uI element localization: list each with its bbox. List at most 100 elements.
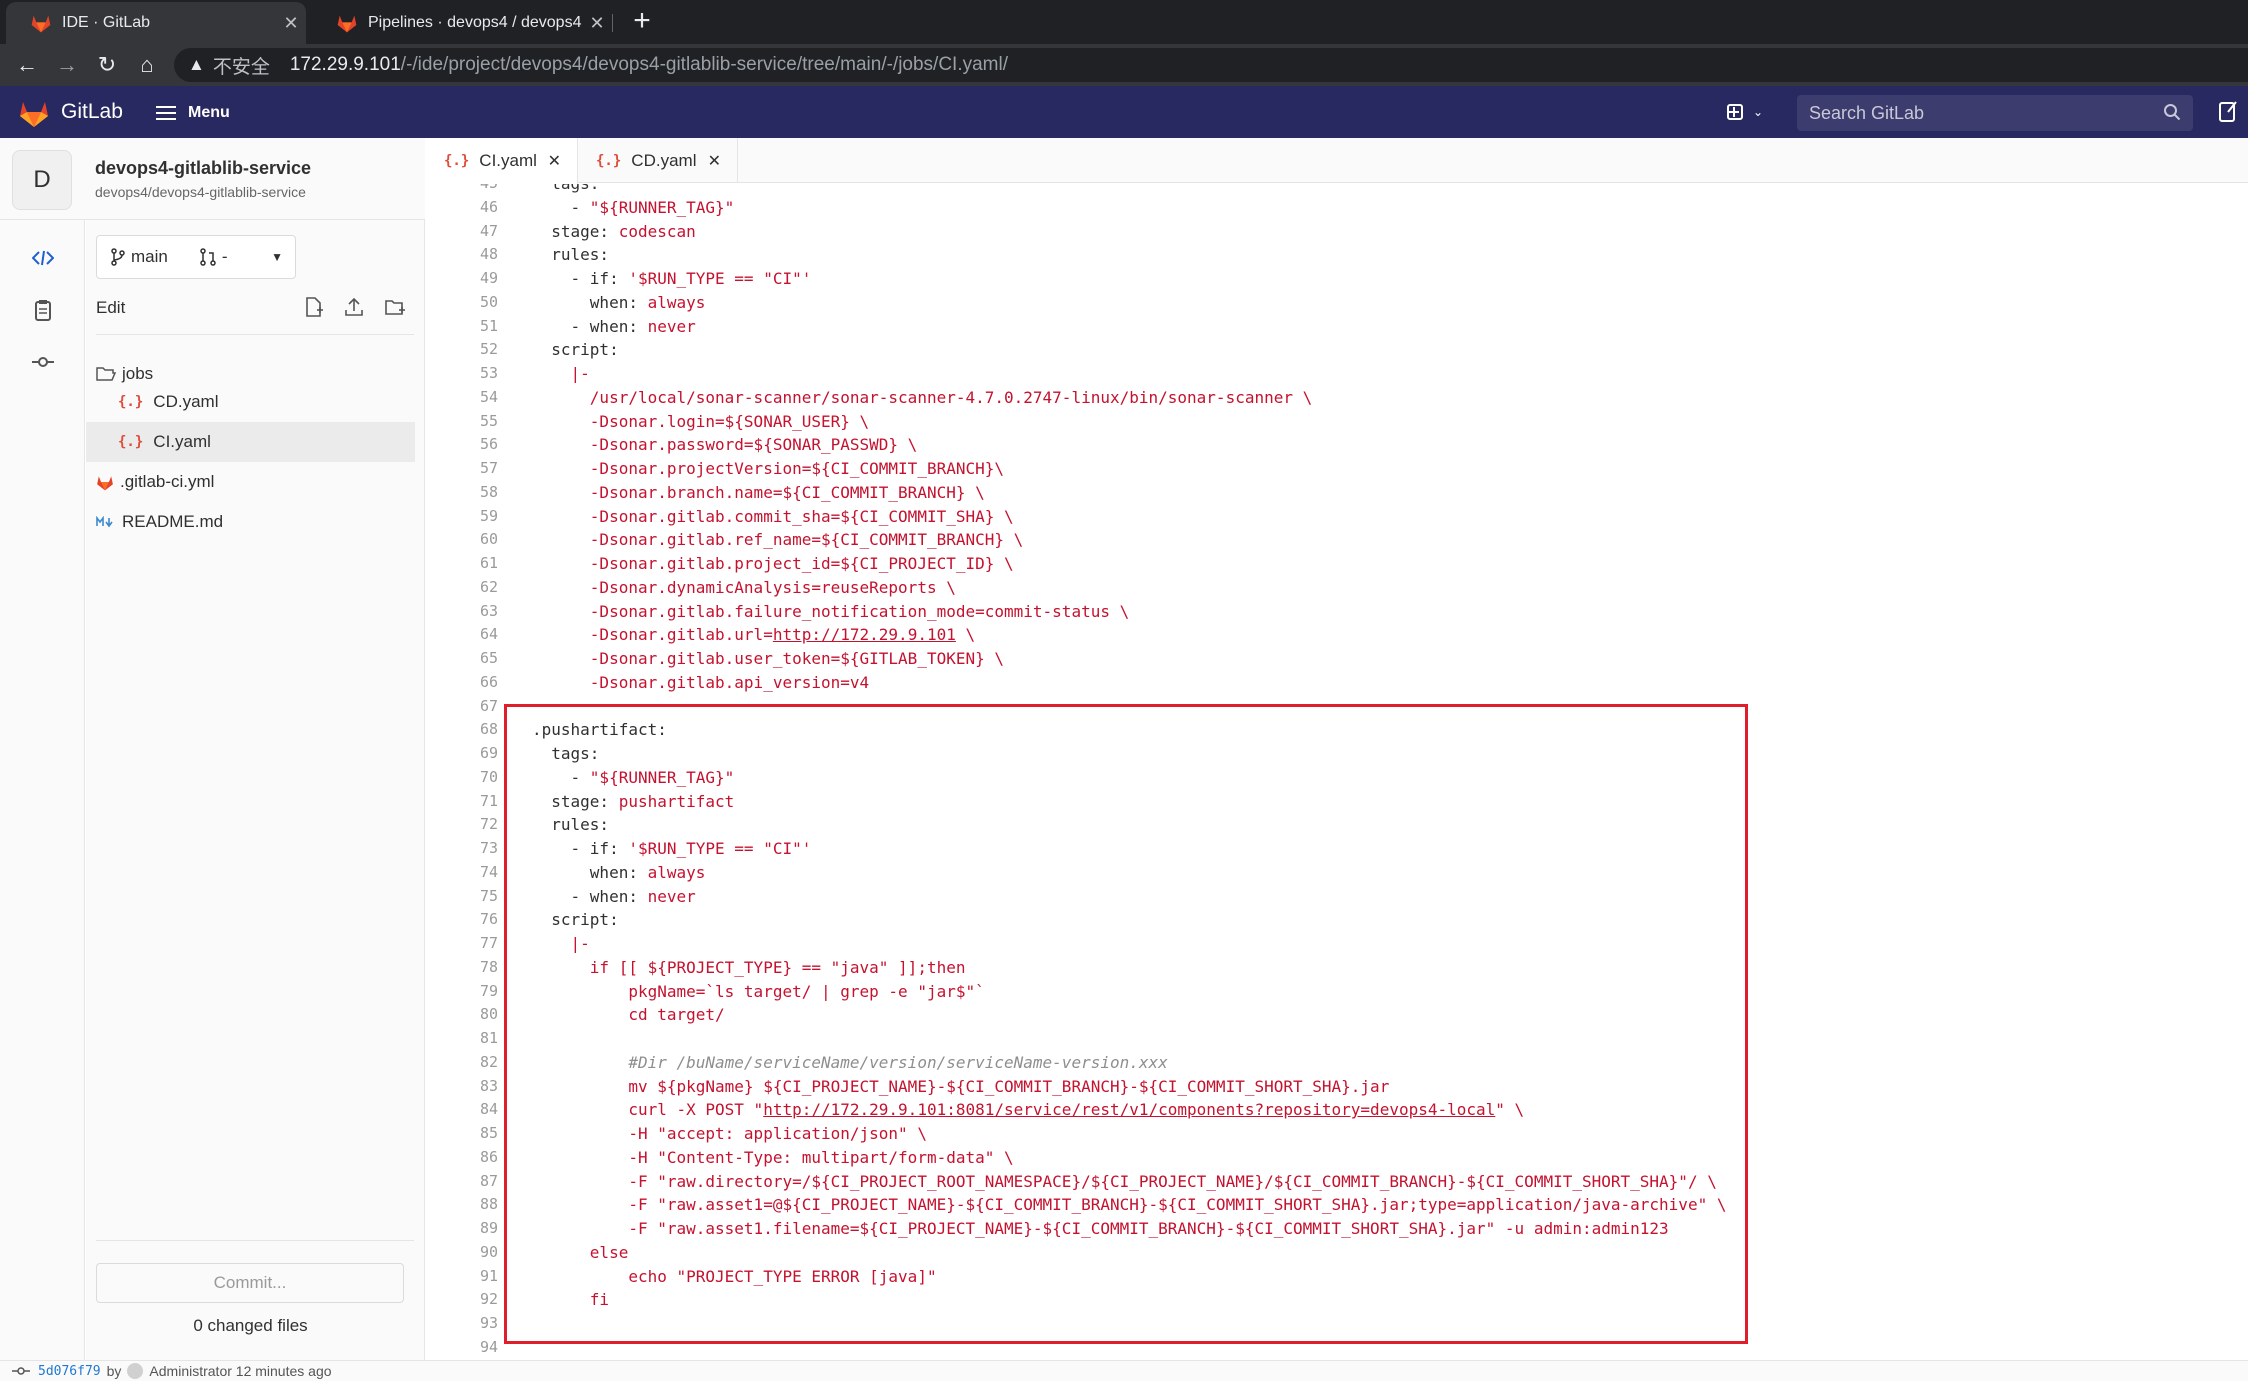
back-arrow-icon[interactable]: ← <box>12 50 42 80</box>
code-line[interactable]: 46 - "${RUNNER_TAG}" <box>426 196 2248 220</box>
code-line[interactable]: 79 pkgName=`ls target/ | grep -e "jar$"` <box>426 980 2248 1004</box>
code-line[interactable]: 87 -F "raw.directory=/${CI_PROJECT_ROOT_… <box>426 1170 2248 1194</box>
close-icon[interactable]: ✕ <box>708 151 721 171</box>
gitlab-favicon-icon <box>31 15 51 33</box>
code-line[interactable]: 71 stage: pushartifact <box>426 790 2248 814</box>
code-line[interactable]: 59 -Dsonar.gitlab.commit_sha=${CI_COMMIT… <box>426 505 2248 529</box>
code-line[interactable]: 60 -Dsonar.gitlab.ref_name=${CI_COMMIT_B… <box>426 528 2248 552</box>
commit-mode-button[interactable] <box>0 334 85 390</box>
branch-selector[interactable]: main - ▼ <box>96 235 296 279</box>
code-line[interactable]: 49 - if: '$RUN_TYPE == "CI"' <box>426 267 2248 291</box>
code-line[interactable]: 75 - when: never <box>426 885 2248 909</box>
code-line[interactable]: 92 fi <box>426 1288 2248 1312</box>
project-name[interactable]: devops4-gitlablib-service <box>95 158 311 179</box>
new-folder-icon[interactable] <box>384 296 406 318</box>
address-bar[interactable]: ▲ 不安全 172.29.9.101 /-/ide/project/devops… <box>174 48 2248 82</box>
code-line[interactable]: 74 when: always <box>426 861 2248 885</box>
line-number: 90 <box>479 1242 498 1261</box>
new-dropdown-button[interactable]: ⌄ <box>1727 100 1767 124</box>
code-line[interactable]: 78 if [[ ${PROJECT_TYPE} == "java" ]];th… <box>426 956 2248 980</box>
close-icon[interactable]: ✕ <box>548 151 561 171</box>
tree-item-cd-yaml[interactable]: {.} CD.yaml <box>86 382 415 422</box>
project-avatar[interactable]: D <box>12 150 72 210</box>
line-number: 46 <box>479 197 498 216</box>
new-tab-plus-icon[interactable]: + <box>624 4 660 40</box>
browser-tab-ide[interactable]: IDE · GitLab ✕ <box>6 2 306 44</box>
code-line[interactable]: 83 mv ${pkgName} ${CI_PROJECT_NAME}-${CI… <box>426 1075 2248 1099</box>
gitlab-logo-icon[interactable] <box>18 98 50 128</box>
code-lines[interactable]: 45 tags:46 - "${RUNNER_TAG}"47 stage: co… <box>426 184 2248 1360</box>
upload-icon[interactable] <box>344 296 364 318</box>
code-line[interactable]: 45 tags: <box>426 184 2248 196</box>
code-line[interactable]: 84 curl -X POST "http://172.29.9.101:808… <box>426 1098 2248 1122</box>
review-mode-button[interactable] <box>0 282 85 338</box>
issues-icon[interactable] <box>2218 100 2238 124</box>
reload-icon[interactable]: ↻ <box>92 50 122 80</box>
code-line[interactable]: 67 <box>426 695 2248 719</box>
home-icon[interactable]: ⌂ <box>132 50 162 80</box>
code-line[interactable]: 57 -Dsonar.projectVersion=${CI_COMMIT_BR… <box>426 457 2248 481</box>
code-line[interactable]: 72 rules: <box>426 813 2248 837</box>
code-line[interactable]: 61 -Dsonar.gitlab.project_id=${CI_PROJEC… <box>426 552 2248 576</box>
code-line[interactable]: 68 .pushartifact: <box>426 718 2248 742</box>
code-line[interactable]: 90 else <box>426 1241 2248 1265</box>
editor-tab-label: CD.yaml <box>631 150 697 170</box>
warning-triangle-icon: ▲ <box>188 55 205 74</box>
code-line[interactable]: 52 script: <box>426 338 2248 362</box>
code-editor[interactable]: 45 tags:46 - "${RUNNER_TAG}"47 stage: co… <box>426 184 2248 1360</box>
code-line[interactable]: 65 -Dsonar.gitlab.user_token=${GITLAB_TO… <box>426 647 2248 671</box>
code-line[interactable]: 81 <box>426 1027 2248 1051</box>
forward-arrow-icon[interactable]: → <box>52 50 82 80</box>
code-line[interactable]: 69 tags: <box>426 742 2248 766</box>
new-file-icon[interactable] <box>304 296 324 318</box>
editor-tab-ci-yaml[interactable]: {.} CI.yaml ✕ <box>426 138 578 184</box>
code-line[interactable]: 88 -F "raw.asset1=@${CI_PROJECT_NAME}-${… <box>426 1193 2248 1217</box>
line-number: 71 <box>479 791 498 810</box>
code-line[interactable]: 63 -Dsonar.gitlab.failure_notification_m… <box>426 600 2248 624</box>
search-input[interactable]: Search GitLab <box>1797 95 2193 131</box>
code-line[interactable]: 64 -Dsonar.gitlab.url=http://172.29.9.10… <box>426 623 2248 647</box>
code-line[interactable]: 94 <box>426 1336 2248 1360</box>
code-line[interactable]: 80 cd target/ <box>426 1003 2248 1027</box>
code-line[interactable]: 93 <box>426 1312 2248 1336</box>
avatar <box>127 1363 144 1379</box>
code-line[interactable]: 82 #Dir /buName/serviceName/version/serv… <box>426 1051 2248 1075</box>
menu-button[interactable]: Menu <box>156 98 230 128</box>
code-line[interactable]: 70 - "${RUNNER_TAG}" <box>426 766 2248 790</box>
tree-item-ci-yaml[interactable]: {.} CI.yaml <box>86 422 415 462</box>
code-line[interactable]: 55 -Dsonar.login=${SONAR_USER} \ <box>426 410 2248 434</box>
commit-sha-link[interactable]: 5d076f79 <box>38 1364 101 1379</box>
gitlab-favicon-icon <box>337 15 357 33</box>
line-number: 57 <box>479 459 498 477</box>
code-line[interactable]: 73 - if: '$RUN_TYPE == "CI"' <box>426 837 2248 861</box>
code-line[interactable]: 51 - when: never <box>426 315 2248 339</box>
code-line[interactable]: 48 rules: <box>426 243 2248 267</box>
tree-item-readme[interactable]: README.md <box>86 502 415 542</box>
commit-button[interactable]: Commit... <box>96 1263 404 1303</box>
close-icon[interactable]: ✕ <box>276 13 306 34</box>
gitlab-brand[interactable]: GitLab <box>61 100 123 124</box>
line-number: 60 <box>479 530 498 549</box>
code-line[interactable]: 86 -H "Content-Type: multipart/form-data… <box>426 1146 2248 1170</box>
code-line[interactable]: 91 echo "PROJECT_TYPE ERROR [java]" <box>426 1265 2248 1289</box>
code-line[interactable]: 50 when: always <box>426 291 2248 315</box>
code-line[interactable]: 76 script: <box>426 908 2248 932</box>
code-line[interactable]: 53 |- <box>426 362 2248 386</box>
code-line[interactable]: 89 -F "raw.asset1.filename=${CI_PROJECT_… <box>426 1217 2248 1241</box>
line-number: 78 <box>479 957 498 976</box>
line-text: -Dsonar.gitlab.user_token=${GITLAB_TOKEN… <box>532 649 1005 668</box>
editor-tab-cd-yaml[interactable]: {.} CD.yaml ✕ <box>578 138 738 183</box>
close-icon[interactable]: ✕ <box>582 13 612 34</box>
code-line[interactable]: 58 -Dsonar.branch.name=${CI_COMMIT_BRANC… <box>426 481 2248 505</box>
code-line[interactable]: 54 /usr/local/sonar-scanner/sonar-scanne… <box>426 386 2248 410</box>
code-line[interactable]: 66 -Dsonar.gitlab.api_version=v4 <box>426 671 2248 695</box>
code-line[interactable]: 56 -Dsonar.password=${SONAR_PASSWD} \ <box>426 433 2248 457</box>
code-line[interactable]: 62 -Dsonar.dynamicAnalysis=reuseReports … <box>426 576 2248 600</box>
tree-item-gitlab-ci[interactable]: .gitlab-ci.yml <box>86 462 415 502</box>
code-line[interactable]: 77 |- <box>426 932 2248 956</box>
edit-mode-button[interactable] <box>0 230 85 286</box>
code-line[interactable]: 85 -H "accept: application/json" \ <box>426 1122 2248 1146</box>
browser-tab-pipelines[interactable]: Pipelines · devops4 / devops4- ✕ <box>312 2 612 44</box>
code-line[interactable]: 47 stage: codescan <box>426 220 2248 244</box>
yaml-file-icon: {.} <box>444 152 470 169</box>
